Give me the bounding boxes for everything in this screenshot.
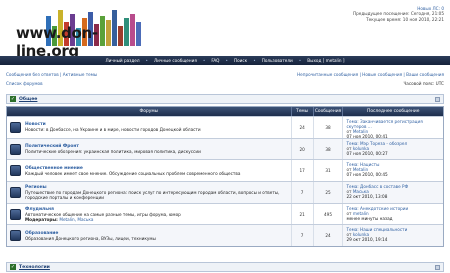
timezone: Часовой пояс: UTC <box>403 81 444 86</box>
forum-folder-icon <box>10 208 21 220</box>
forum-folder-icon <box>10 186 21 198</box>
forum-cell: Общественное мнение Каждый человек имеет… <box>7 160 292 182</box>
table-row: Новости Новости: в Донбассе, на Украине … <box>7 116 443 139</box>
site-logo[interactable]: www.don-line.org <box>6 6 156 60</box>
forum-cell: Флудильня Автоматическое общение на самы… <box>7 203 292 225</box>
main-nav: Личный раздел • Личные сообщения • FAQ •… <box>0 56 450 65</box>
check-icon: ✓ <box>10 264 16 270</box>
nav-messages[interactable]: Личные сообщения <box>154 58 197 63</box>
last-post-cell: Тема: Наши специальности от kolunka 29 о… <box>343 225 443 246</box>
forum-description: Каждый человек имеет свое мнение. Обсужд… <box>25 170 241 176</box>
table-row: Образование Образования Донецкого регион… <box>7 224 443 247</box>
posts-count: 495 <box>314 203 344 225</box>
forum-cell: Новости Новости: в Донбассе, на Украине … <box>7 117 292 138</box>
last-post-cell: Тема: Нацисты от Metalin 07 ноя 2010, 00… <box>343 160 443 181</box>
posts-count: 38 <box>314 138 344 160</box>
nav-faq[interactable]: FAQ <box>211 58 219 63</box>
last-post-cell: Тема: Анекдотские истории от metalin мен… <box>343 204 443 225</box>
last-post-time: 22 окт 2010, 13:08 <box>346 194 388 200</box>
last-post-cell: Тема: Донбасс в составе РФ от Маськa 22 … <box>343 182 443 203</box>
nav-users[interactable]: Пользователи <box>262 58 293 63</box>
forum-table: Форумы Темы Сообщения Последнее сообщени… <box>6 106 444 248</box>
forum-description: Путешествие по городам Донецкого региона… <box>25 189 280 200</box>
forum-folder-icon <box>10 230 21 242</box>
user-info: Новых ЛС: 0 Предыдущее посещение: Сегодн… <box>353 6 444 22</box>
col-forums: Форумы <box>7 107 292 116</box>
collapse-icon[interactable] <box>435 97 440 102</box>
collapse-icon[interactable] <box>435 265 440 270</box>
topics-count: 17 <box>292 160 314 182</box>
forum-description: Новости: в Донбассе, на Украине и в мире… <box>25 127 201 133</box>
forum-folder-icon <box>10 165 21 177</box>
category-title[interactable]: Технологии <box>19 265 50 270</box>
posts-count: 25 <box>314 182 344 203</box>
last-post-time: 07 ноя 2010, 00:45 <box>346 172 388 178</box>
quick-links-left[interactable]: Сообщения без ответов | Активные темы <box>6 72 97 77</box>
last-post-time: менее минуты назад <box>346 215 393 221</box>
category-header-general: ✓ Общее <box>6 94 444 104</box>
site-header: www.don-line.org Новых ЛС: 0 Предыдущее … <box>0 0 450 60</box>
table-row: Политический Фронт Политические обозрени… <box>7 137 443 160</box>
table-body: Новости Новости: в Донбассе, на Украине … <box>7 116 443 247</box>
forum-cell: Образование Образования Донецкого регион… <box>7 225 292 247</box>
table-row: Общественное мнение Каждый человек имеет… <box>7 159 443 182</box>
forum-cell: Политический Фронт Политические обозрени… <box>7 138 292 160</box>
forum-moderators: Модераторы: Metalin, Маськa <box>25 216 94 222</box>
col-topics: Темы <box>292 107 314 116</box>
last-post-cell: Тема: Заканчивается регистрация скутеров… <box>343 117 443 139</box>
topics-count: 24 <box>292 117 314 138</box>
posts-count: 31 <box>314 160 344 182</box>
quick-links-right[interactable]: Непрочитанные сообщения | Новые сообщени… <box>297 72 444 77</box>
logo-text: www.don-line.org <box>16 24 98 60</box>
col-last-post: Последнее сообщение <box>367 109 420 114</box>
table-header: Форумы Темы Сообщения Последнее сообщени… <box>7 107 443 116</box>
nav-logout[interactable]: Выход [ metalin ] <box>307 58 344 63</box>
last-post-topic[interactable]: Тема: Заканчивается регистрация скутеров… <box>346 119 443 129</box>
col-posts: Сообщения <box>314 107 344 116</box>
forum-cell: Регионы Путешествие по городам Донецкого… <box>7 182 292 203</box>
table-row: Регионы Путешествие по городам Донецкого… <box>7 181 443 203</box>
posts-count: 38 <box>314 117 344 138</box>
forum-folder-icon <box>10 143 21 155</box>
current-time: Текущее время: 10 ноя 2010, 22:21 <box>366 16 444 22</box>
nav-search[interactable]: Поиск <box>234 58 247 63</box>
topics-count: 7 <box>292 225 314 247</box>
quick-links: Сообщения без ответов | Активные темы Не… <box>6 72 444 77</box>
last-post-cell: Тема: Мэр Тореза - обозрел от kolunka 07… <box>343 139 443 160</box>
table-row: Флудильня Автоматическое общение на самы… <box>7 202 443 225</box>
topics-count: 21 <box>292 203 314 225</box>
check-icon: ✓ <box>10 96 16 102</box>
forum-description: Образования Донецкого региона, ВУЗы, лиц… <box>25 235 156 241</box>
breadcrumb: Список форумов Часовой пояс: UTC <box>6 81 444 86</box>
topics-count: 20 <box>292 138 314 160</box>
forum-folder-icon <box>10 121 21 133</box>
last-post-time: 29 окт 2010, 19:14 <box>346 237 388 243</box>
posts-count: 24 <box>314 225 344 247</box>
last-post-time: 07 ноя 2010, 00:27 <box>346 150 388 156</box>
forum-description: Политические обозрения: украинская полит… <box>25 149 201 155</box>
category-title[interactable]: Общее <box>19 97 37 102</box>
category-header-tech: ✓ Технологии <box>6 262 444 272</box>
nav-personal[interactable]: Личный раздел <box>106 58 140 63</box>
moderator-links[interactable]: Metalin, Маськa <box>59 217 93 222</box>
topics-count: 7 <box>292 182 314 203</box>
breadcrumb-index[interactable]: Список форумов <box>6 81 43 86</box>
